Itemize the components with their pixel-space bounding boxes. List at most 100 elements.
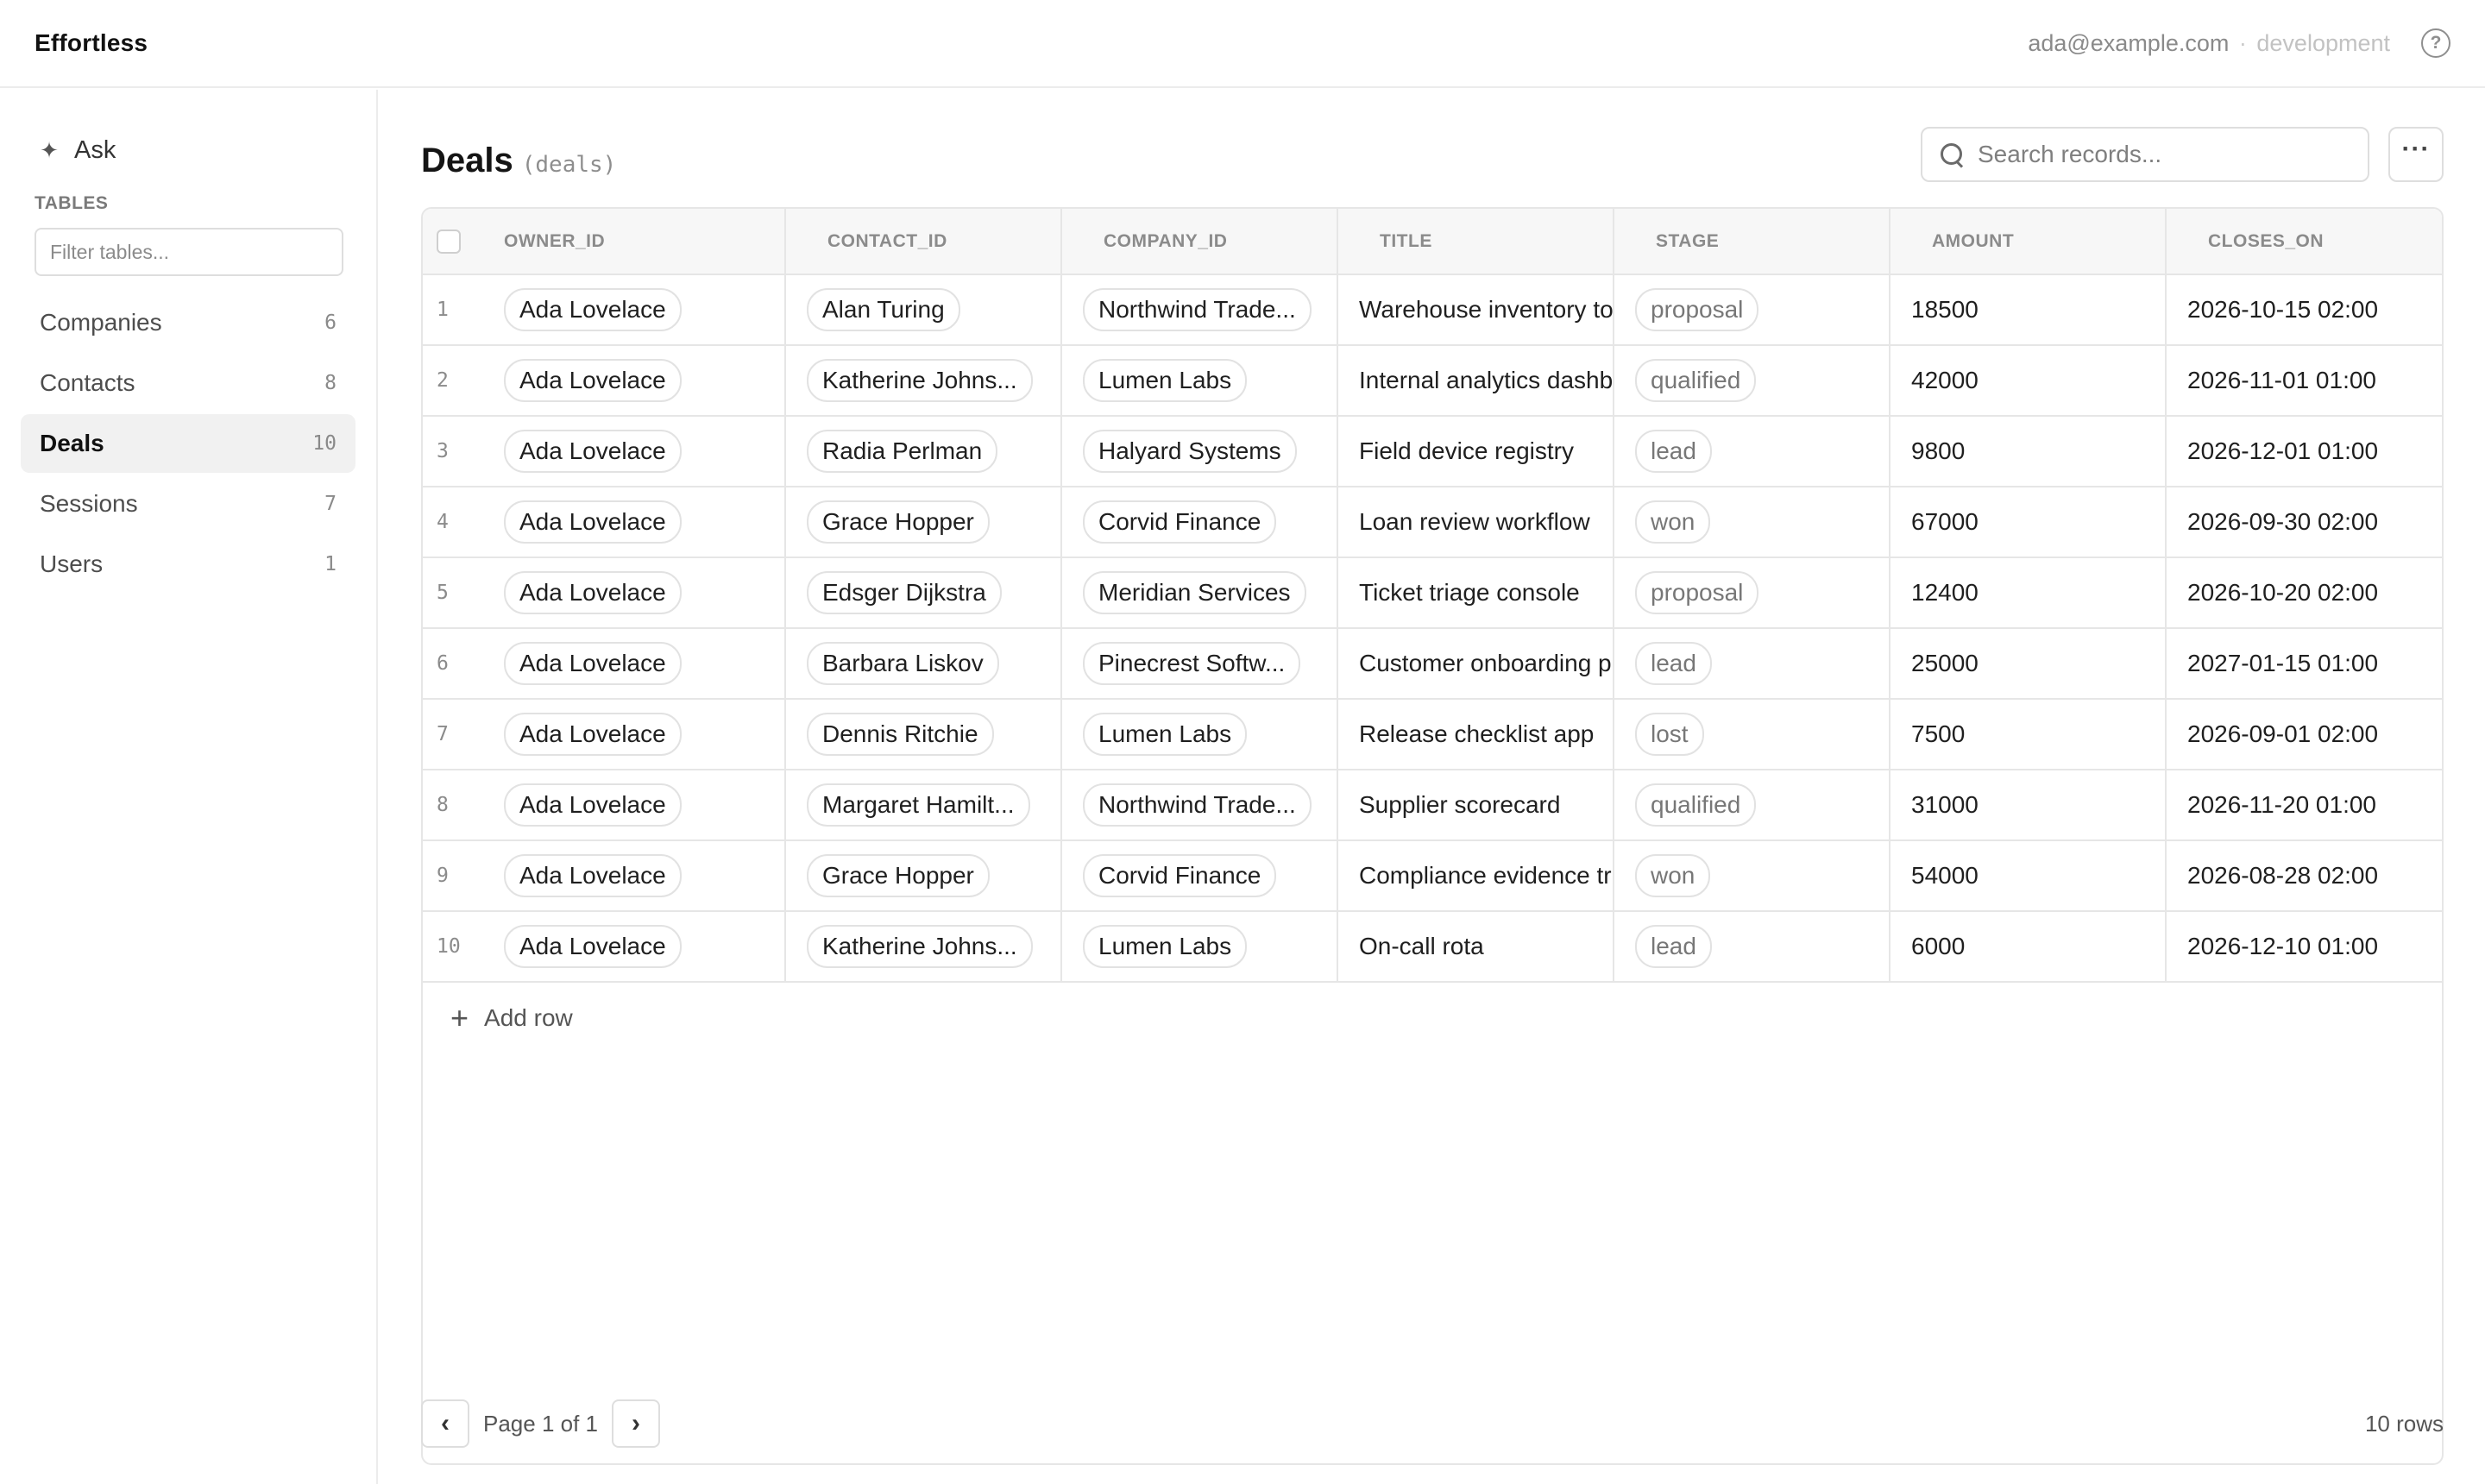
amount-cell[interactable]: 6000 (1890, 911, 2167, 983)
company-cell[interactable]: Corvid Finance (1061, 840, 1338, 912)
company-cell[interactable]: Lumen Labs (1061, 911, 1338, 983)
amount-cell[interactable]: 42000 (1890, 345, 2167, 417)
title-cell[interactable]: Customer onboarding p (1337, 628, 1614, 700)
table-row[interactable]: 1 Ada Lovelace Alan Turing Northwind Trade.… (423, 274, 2442, 346)
stage-badge[interactable]: proposal (1635, 571, 1759, 614)
title-cell[interactable]: On-call rota (1337, 911, 1614, 983)
table-row[interactable]: 8 Ada Lovelace Margaret Hamilt... Northwind… (423, 770, 2442, 841)
select-all-checkbox[interactable] (437, 229, 461, 254)
stage-badge[interactable]: lead (1635, 430, 1712, 473)
reference-chip[interactable]: Ada Lovelace (504, 288, 682, 331)
table-row[interactable]: 7 Ada Lovelace Dennis Ritchie Lumen Labs Rel… (423, 699, 2442, 770)
filter-tables-input[interactable] (35, 228, 343, 276)
stage-cell[interactable]: won (1614, 487, 1890, 558)
stage-badge[interactable]: lead (1635, 925, 1712, 968)
stage-cell[interactable]: proposal (1614, 557, 1890, 629)
table-row[interactable]: 4 Ada Lovelace Grace Hopper Corvid Finance L… (423, 487, 2442, 558)
title-cell[interactable]: Loan review workflow (1337, 487, 1614, 558)
column-header-closes-on[interactable]: CLOSES_ON (2166, 209, 2442, 275)
closes-on-cell[interactable]: 2026-12-01 01:00 (2166, 416, 2442, 487)
reference-chip[interactable]: Barbara Liskov (807, 642, 999, 685)
stage-cell[interactable]: lost (1614, 699, 1890, 770)
amount-cell[interactable]: 7500 (1890, 699, 2167, 770)
title-cell[interactable]: Internal analytics dashb (1337, 345, 1614, 417)
table-row[interactable]: 5 Ada Lovelace Edsger Dijkstra Meridian Ser… (423, 557, 2442, 629)
app-brand[interactable]: Effortless (35, 29, 148, 57)
stage-badge[interactable]: won (1635, 500, 1711, 544)
reference-chip[interactable]: Lumen Labs (1083, 359, 1248, 402)
stage-cell[interactable]: won (1614, 840, 1890, 912)
help-circle-icon[interactable]: ? (2421, 28, 2450, 58)
reference-chip[interactable]: Northwind Trade... (1083, 783, 1312, 827)
reference-chip[interactable]: Ada Lovelace (504, 854, 682, 897)
closes-on-cell[interactable]: 2026-08-28 02:00 (2166, 840, 2442, 912)
company-cell[interactable]: Pinecrest Softw... (1061, 628, 1338, 700)
reference-chip[interactable]: Alan Turing (807, 288, 960, 331)
table-row[interactable]: 9 Ada Lovelace Grace Hopper Corvid Finance C… (423, 840, 2442, 912)
table-row[interactable]: 2 Ada Lovelace Katherine Johns... Lumen Lab… (423, 345, 2442, 417)
reference-chip[interactable]: Katherine Johns... (807, 925, 1033, 968)
closes-on-cell[interactable]: 2026-12-10 01:00 (2166, 911, 2442, 983)
reference-chip[interactable]: Katherine Johns... (807, 359, 1033, 402)
column-header-title[interactable]: TITLE (1337, 209, 1614, 275)
reference-chip[interactable]: Ada Lovelace (504, 925, 682, 968)
search-input[interactable] (1978, 141, 2352, 168)
amount-cell[interactable]: 25000 (1890, 628, 2167, 700)
closes-on-cell[interactable]: 2026-11-01 01:00 (2166, 345, 2442, 417)
column-header-owner-id[interactable]: OWNER_ID (495, 209, 786, 275)
closes-on-cell[interactable]: 2026-09-01 02:00 (2166, 699, 2442, 770)
ask-button[interactable]: ✦ Ask (21, 129, 355, 171)
table-row[interactable]: 6 Ada Lovelace Barbara Liskov Pinecrest Sof… (423, 628, 2442, 700)
stage-badge[interactable]: proposal (1635, 288, 1759, 331)
stage-cell[interactable]: lead (1614, 416, 1890, 487)
amount-cell[interactable]: 9800 (1890, 416, 2167, 487)
stage-cell[interactable]: lead (1614, 911, 1890, 983)
previous-page-button[interactable]: ‹ (421, 1399, 469, 1448)
stage-cell[interactable]: qualified (1614, 345, 1890, 417)
reference-chip[interactable]: Meridian Services (1083, 571, 1306, 614)
title-cell[interactable]: Supplier scorecard (1337, 770, 1614, 841)
reference-chip[interactable]: Margaret Hamilt... (807, 783, 1030, 827)
contact-cell[interactable]: Katherine Johns... (785, 911, 1062, 983)
column-header-company-id[interactable]: COMPANY_ID (1061, 209, 1338, 275)
reference-chip[interactable]: Radia Perlman (807, 430, 998, 473)
company-cell[interactable]: Northwind Trade... (1061, 770, 1338, 841)
closes-on-cell[interactable]: 2026-10-15 02:00 (2166, 274, 2442, 346)
column-header-stage[interactable]: STAGE (1614, 209, 1890, 275)
contact-cell[interactable]: Alan Turing (785, 274, 1062, 346)
reference-chip[interactable]: Halyard Systems (1083, 430, 1297, 473)
title-cell[interactable]: Field device registry (1337, 416, 1614, 487)
closes-on-cell[interactable]: 2026-10-20 02:00 (2166, 557, 2442, 629)
owner-cell[interactable]: Ada Lovelace (495, 274, 786, 346)
contact-cell[interactable]: Barbara Liskov (785, 628, 1062, 700)
reference-chip[interactable]: Northwind Trade... (1083, 288, 1312, 331)
reference-chip[interactable]: Lumen Labs (1083, 925, 1248, 968)
reference-chip[interactable]: Lumen Labs (1083, 713, 1248, 756)
reference-chip[interactable]: Grace Hopper (807, 854, 990, 897)
contact-cell[interactable]: Grace Hopper (785, 487, 1062, 558)
sidebar-item-users[interactable]: Users 1 (21, 535, 355, 594)
search-box[interactable] (1921, 127, 2369, 182)
reference-chip[interactable]: Ada Lovelace (504, 783, 682, 827)
reference-chip[interactable]: Ada Lovelace (504, 713, 682, 756)
owner-cell[interactable]: Ada Lovelace (495, 345, 786, 417)
sidebar-item-companies[interactable]: Companies 6 (21, 293, 355, 352)
contact-cell[interactable]: Margaret Hamilt... (785, 770, 1062, 841)
reference-chip[interactable]: Grace Hopper (807, 500, 990, 544)
stage-badge[interactable]: won (1635, 854, 1711, 897)
stage-cell[interactable]: qualified (1614, 770, 1890, 841)
reference-chip[interactable]: Pinecrest Softw... (1083, 642, 1301, 685)
contact-cell[interactable]: Dennis Ritchie (785, 699, 1062, 770)
table-row[interactable]: 3 Ada Lovelace Radia Perlman Halyard System… (423, 416, 2442, 487)
stage-cell[interactable]: lead (1614, 628, 1890, 700)
reference-chip[interactable]: Ada Lovelace (504, 642, 682, 685)
reference-chip[interactable]: Ada Lovelace (504, 359, 682, 402)
stage-badge[interactable]: qualified (1635, 359, 1757, 402)
company-cell[interactable]: Halyard Systems (1061, 416, 1338, 487)
owner-cell[interactable]: Ada Lovelace (495, 416, 786, 487)
owner-cell[interactable]: Ada Lovelace (495, 911, 786, 983)
closes-on-cell[interactable]: 2027-01-15 01:00 (2166, 628, 2442, 700)
next-page-button[interactable]: › (612, 1399, 660, 1448)
reference-chip[interactable]: Ada Lovelace (504, 500, 682, 544)
owner-cell[interactable]: Ada Lovelace (495, 770, 786, 841)
